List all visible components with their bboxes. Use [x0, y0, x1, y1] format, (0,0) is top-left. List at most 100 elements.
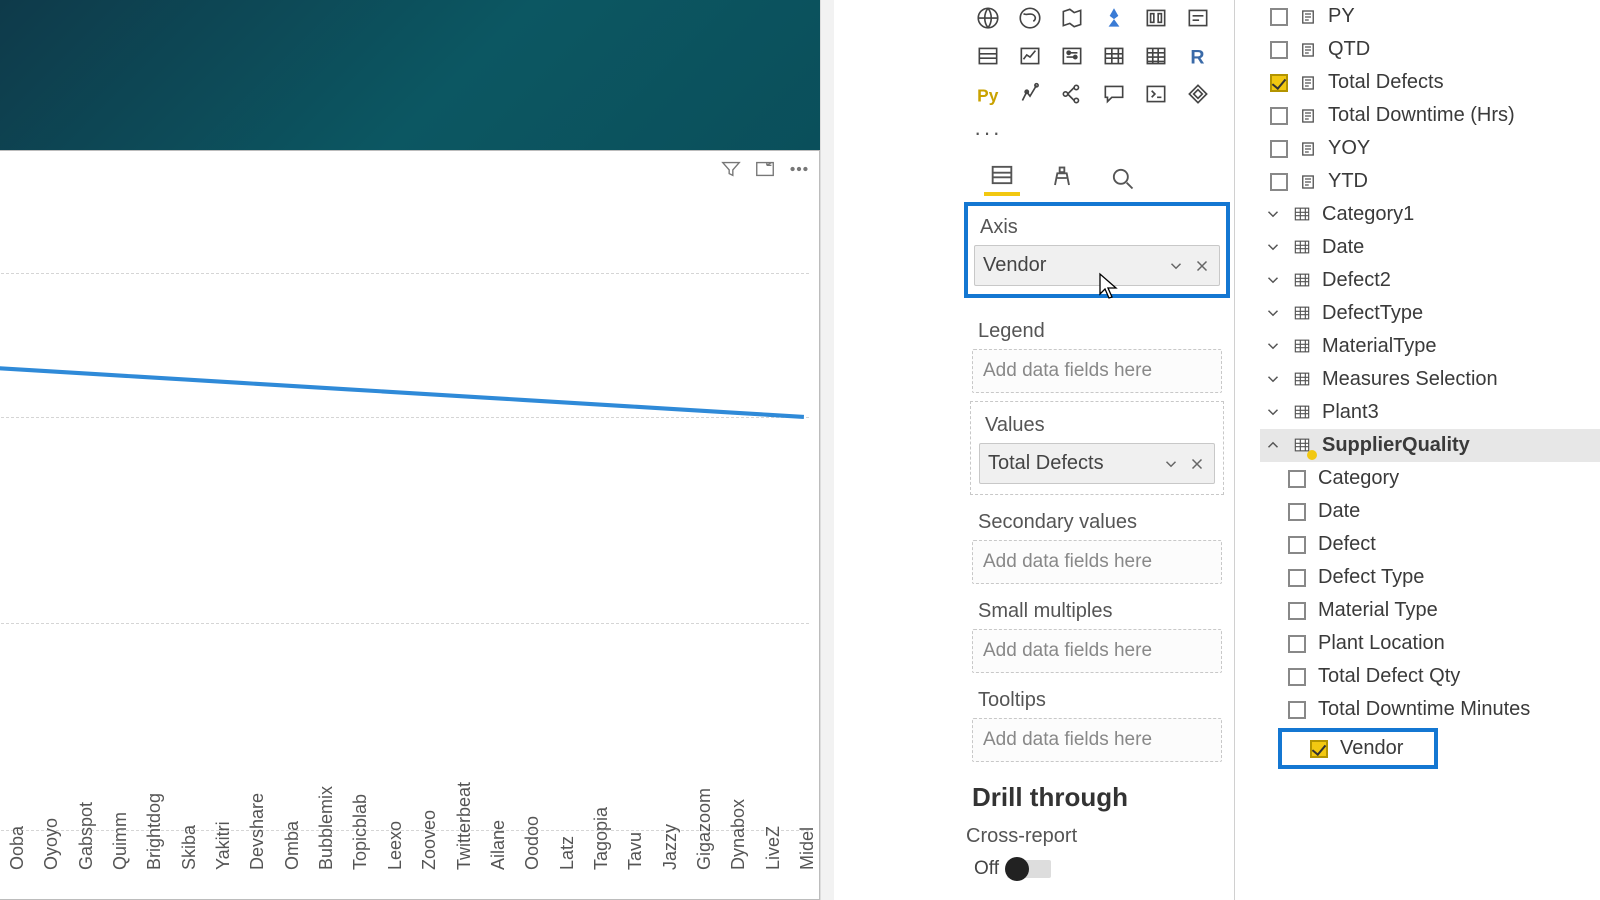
viz-matrix-icon[interactable]	[1136, 38, 1176, 74]
checkbox[interactable]	[1288, 569, 1306, 587]
viz-filled-map-icon[interactable]	[1010, 0, 1050, 36]
column-category[interactable]: Category	[1260, 462, 1600, 495]
chevron-down-icon[interactable]	[1264, 337, 1284, 357]
table-plant3[interactable]: Plant3	[1260, 396, 1600, 429]
checkbox[interactable]	[1270, 74, 1288, 92]
column-defect[interactable]: Defect	[1260, 528, 1600, 561]
x-axis-tick: LiveZ	[763, 852, 784, 870]
viz-key-influencers-icon[interactable]	[1010, 76, 1050, 112]
viz-multirow-icon[interactable]	[968, 38, 1008, 74]
chevron-down-icon[interactable]	[1264, 370, 1284, 390]
field-py[interactable]: PY	[1260, 0, 1600, 33]
viz-more-ellipsis[interactable]: ···	[960, 118, 1234, 154]
chevron-down-icon[interactable]	[1264, 205, 1284, 225]
column-total-defect-qty[interactable]: Total Defect Qty	[1260, 660, 1600, 693]
column-plant-location[interactable]: Plant Location	[1260, 627, 1600, 660]
viz-qna-icon[interactable]	[1094, 76, 1134, 112]
table-category1[interactable]: Category1	[1260, 198, 1600, 231]
column-vendor[interactable]: Vendor	[1278, 728, 1438, 769]
table-materialtype[interactable]: MaterialType	[1260, 330, 1600, 363]
viz-shape-map-icon[interactable]	[1052, 0, 1092, 36]
checkbox[interactable]	[1288, 668, 1306, 686]
column-total-downtime-minutes[interactable]: Total Downtime Minutes	[1260, 693, 1600, 726]
chevron-up-icon[interactable]	[1264, 436, 1284, 456]
table-icon	[1292, 336, 1314, 358]
viz-kpi-icon[interactable]	[1010, 38, 1050, 74]
x-axis-tick: Gabspot	[76, 852, 97, 870]
field-qtd[interactable]: QTD	[1260, 33, 1600, 66]
table-name: Defect2	[1322, 269, 1391, 292]
viz-decomp-tree-icon[interactable]	[1052, 76, 1092, 112]
checkbox[interactable]	[1288, 602, 1306, 620]
viz-py-icon[interactable]: Py	[968, 76, 1008, 112]
table-supplierquality[interactable]: SupplierQuality	[1260, 429, 1600, 462]
column-date[interactable]: Date	[1260, 495, 1600, 528]
column-label: Plant Location	[1318, 632, 1445, 655]
fields-tab[interactable]	[984, 160, 1020, 196]
axis-label: Axis	[974, 210, 1220, 245]
viz-card-icon[interactable]	[1178, 0, 1218, 36]
table-name: DefectType	[1322, 302, 1423, 325]
checkbox[interactable]	[1288, 536, 1306, 554]
field-total-downtime-hrs-[interactable]: Total Downtime (Hrs)	[1260, 99, 1600, 132]
checkbox[interactable]	[1270, 41, 1288, 59]
viz-gauge-icon[interactable]	[1136, 0, 1176, 36]
more-options-icon[interactable]	[787, 157, 811, 181]
small-multiples-dropwell[interactable]: Add data fields here	[972, 629, 1222, 673]
viz-table-icon[interactable]	[1094, 38, 1134, 74]
line-chart-visual[interactable]: OobaOyoyoGabspotQuimmBrightdogSkibaYakit…	[0, 150, 820, 900]
x-axis-tick: Yakitri	[213, 852, 234, 870]
table-date[interactable]: Date	[1260, 231, 1600, 264]
checkbox[interactable]	[1310, 740, 1328, 758]
x-axis-tick: Topicblab	[350, 852, 371, 870]
checkbox[interactable]	[1288, 701, 1306, 719]
table-defecttype[interactable]: DefectType	[1260, 297, 1600, 330]
filter-icon[interactable]	[719, 157, 743, 181]
chevron-down-icon[interactable]	[1162, 455, 1180, 473]
chevron-down-icon[interactable]	[1264, 304, 1284, 324]
checkbox[interactable]	[1288, 635, 1306, 653]
viz-paginated-icon[interactable]	[1178, 76, 1218, 112]
table-name: Date	[1322, 236, 1364, 259]
analytics-tab[interactable]	[1104, 160, 1140, 196]
chevron-down-icon[interactable]	[1167, 257, 1185, 275]
chevron-down-icon[interactable]	[1264, 403, 1284, 423]
legend-dropwell[interactable]: Add data fields here	[972, 349, 1222, 393]
checkbox[interactable]	[1270, 8, 1288, 26]
report-canvas-bg	[0, 0, 910, 160]
remove-field-icon[interactable]	[1188, 455, 1206, 473]
checkbox[interactable]	[1288, 503, 1306, 521]
checkbox[interactable]	[1270, 173, 1288, 191]
axis-field-pill[interactable]: Vendor	[974, 245, 1220, 286]
field-total-defects[interactable]: Total Defects	[1260, 66, 1600, 99]
chart-plot-area: OobaOyoyoGabspotQuimmBrightdogSkibaYakit…	[0, 191, 809, 879]
table-measures-selection[interactable]: Measures Selection	[1260, 363, 1600, 396]
remove-field-icon[interactable]	[1193, 257, 1211, 275]
tooltips-dropwell[interactable]: Add data fields here	[972, 718, 1222, 762]
x-axis-tick: Dynabox	[728, 852, 749, 870]
secondary-values-dropwell[interactable]: Add data fields here	[972, 540, 1222, 584]
checkbox[interactable]	[1270, 107, 1288, 125]
viz-smart-narrative-icon[interactable]	[1136, 76, 1176, 112]
format-tab[interactable]	[1044, 160, 1080, 196]
legend-label: Legend	[972, 314, 1222, 349]
field-yoy[interactable]: YOY	[1260, 132, 1600, 165]
viz-r-icon[interactable]: R	[1178, 38, 1218, 74]
values-field-pill[interactable]: Total Defects	[979, 443, 1215, 484]
fields-pane: PY QTD Total Defects Total Downtime (Hrs…	[1260, 0, 1600, 900]
cross-report-toggle[interactable]	[1007, 860, 1051, 878]
viz-globe-icon[interactable]	[968, 0, 1008, 36]
viz-slicer-icon[interactable]	[1052, 38, 1092, 74]
column-material-type[interactable]: Material Type	[1260, 594, 1600, 627]
field-ytd[interactable]: YTD	[1260, 165, 1600, 198]
measure-icon	[1298, 139, 1318, 159]
checkbox[interactable]	[1288, 470, 1306, 488]
table-defect2[interactable]: Defect2	[1260, 264, 1600, 297]
chevron-down-icon[interactable]	[1264, 271, 1284, 291]
focus-mode-icon[interactable]	[753, 157, 777, 181]
viz-azure-map-icon[interactable]	[1094, 0, 1134, 36]
checkbox[interactable]	[1270, 140, 1288, 158]
column-defect-type[interactable]: Defect Type	[1260, 561, 1600, 594]
column-label: Category	[1318, 467, 1399, 490]
chevron-down-icon[interactable]	[1264, 238, 1284, 258]
